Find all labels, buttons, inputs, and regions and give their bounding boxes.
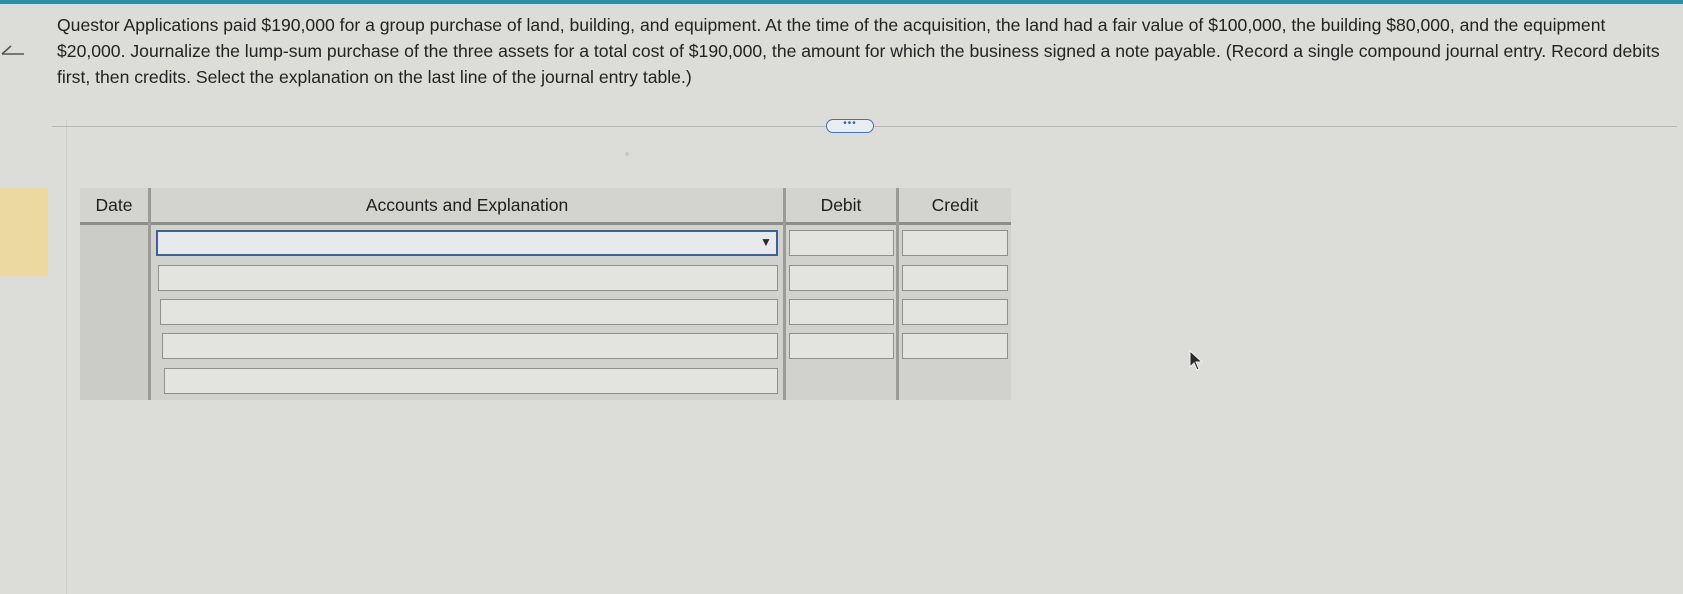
header-date: Date (80, 188, 148, 222)
side-tab[interactable] (0, 188, 48, 276)
gutter-divider (66, 120, 67, 594)
journal-entry-table: Date Accounts and Explanation Debit Cred… (80, 188, 1011, 400)
column-separator (148, 188, 151, 400)
credit-input-row-2[interactable] (902, 265, 1008, 291)
decorative-dot (625, 152, 629, 156)
account-select-row-1[interactable] (156, 230, 778, 256)
top-accent-bar (0, 0, 1683, 4)
explanation-input[interactable] (164, 368, 778, 394)
debit-input-row-2[interactable] (789, 265, 894, 291)
credit-input-row-3[interactable] (902, 299, 1008, 325)
debit-input-row-3[interactable] (789, 299, 894, 325)
header-debit: Debit (786, 188, 896, 222)
account-select-row-4[interactable] (162, 333, 778, 359)
credit-input-row-4[interactable] (902, 333, 1008, 359)
column-separator (783, 188, 786, 400)
date-column (80, 225, 148, 400)
column-separator (896, 188, 899, 400)
account-select-row-3[interactable] (160, 299, 778, 325)
credit-input-row-1[interactable] (902, 230, 1008, 256)
mouse-pointer-icon (1189, 350, 1204, 371)
debit-input-row-1[interactable] (789, 230, 894, 256)
header-accounts: Accounts and Explanation (151, 188, 783, 222)
debit-input-row-4[interactable] (789, 333, 894, 359)
more-options-button[interactable]: ••• (826, 119, 874, 133)
header-credit: Credit (899, 188, 1011, 222)
question-text: Questor Applications paid $190,000 for a… (57, 15, 1660, 87)
account-select-row-2[interactable] (158, 265, 778, 291)
back-arrow-icon[interactable] (0, 40, 28, 68)
